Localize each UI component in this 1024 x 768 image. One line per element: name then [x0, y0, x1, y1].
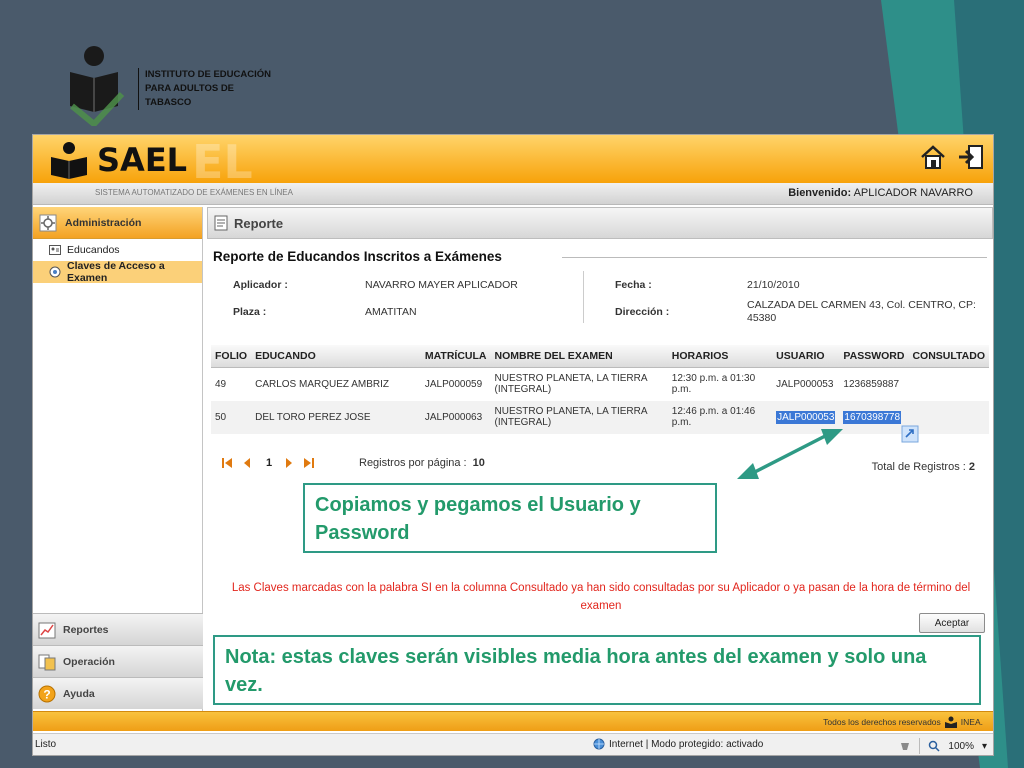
- educandos-table: FOLIO EDUCANDO MATRÍCULA NOMBRE DEL EXAM…: [211, 345, 989, 434]
- home-icon[interactable]: [919, 143, 947, 171]
- per-page-value[interactable]: 10: [473, 457, 485, 469]
- sidebar-section-reportes[interactable]: Reportes: [33, 613, 203, 645]
- column-header[interactable]: EDUCANDO: [251, 345, 421, 368]
- header-actions: [919, 143, 985, 171]
- total-records: Total de Registros : 2: [871, 461, 975, 473]
- zoom-icon[interactable]: [928, 740, 940, 752]
- institution-name: INSTITUTO DE EDUCACIÓN PARA ADULTOS DE T…: [138, 68, 288, 110]
- plaza-label: Plaza :: [233, 306, 267, 318]
- help-icon: ?: [37, 684, 57, 704]
- direccion-value: CALZADA DEL CARMEN 43, Col. CENTRO, CP: …: [747, 299, 976, 324]
- fecha-label: Fecha :: [615, 279, 652, 291]
- plaza-value: AMATITAN: [365, 306, 417, 318]
- aplicador-label: Aplicador :: [233, 279, 288, 291]
- logout-icon[interactable]: [957, 143, 985, 171]
- main-panel: Reporte Reporte de Educandos Inscritos a…: [207, 207, 993, 711]
- security-zone: Internet | Modo protegido: activado: [593, 738, 763, 750]
- chevron-down-icon[interactable]: ▾: [982, 741, 987, 752]
- consultado-cell: [908, 368, 989, 401]
- report-title: Reporte de Educandos Inscritos a Exámene…: [213, 249, 502, 264]
- aplicador-value: NAVARRO MAYER APLICADOR: [365, 279, 518, 291]
- per-page-label: Registros por página :: [359, 457, 467, 469]
- sidebar-item-educandos[interactable]: Educandos: [33, 239, 202, 261]
- matricula-cell: JALP000063: [420, 400, 491, 434]
- admin-icon: [39, 214, 57, 232]
- operation-icon: [37, 652, 57, 672]
- table-row[interactable]: 50 DEL TORO PEREZ JOSE JALP000063 NUESTR…: [211, 400, 989, 434]
- password-cell[interactable]: 1670398778: [839, 400, 909, 434]
- institution-logo-icon: [62, 44, 132, 129]
- copy-paste-callout: Copiamos y pegamos el Usuario y Password: [303, 483, 717, 553]
- selected-usuario[interactable]: JALP000053: [776, 410, 836, 424]
- copy-icon[interactable]: [901, 425, 919, 443]
- app-window: SAEL EL SISTEMA AUTOMATIZADO DE EXÁMENES…: [32, 134, 994, 756]
- footer-rights: Todos los derechos reservados INEA.: [823, 716, 983, 728]
- inea-logo-icon: [944, 716, 958, 728]
- sidebar-header-administracion[interactable]: Administración: [33, 207, 202, 239]
- horario-cell: 12:30 p.m. a 01:30 p.m.: [671, 373, 756, 396]
- pagination: 1 Registros por página : 10: [221, 457, 485, 469]
- sael-logo-icon: [51, 142, 87, 179]
- sidebar: Administración Educandos Claves de Acces…: [33, 207, 203, 711]
- status-right: 100% ▾: [899, 738, 987, 754]
- column-header[interactable]: CONSULTADO: [908, 345, 989, 368]
- app-title-watermark: EL: [192, 135, 253, 189]
- matricula-cell: JALP000059: [424, 378, 483, 390]
- institution-branding: INSTITUTO DE EDUCACIÓN PARA ADULTOS DE T…: [62, 44, 288, 129]
- svg-text:?: ?: [43, 687, 50, 701]
- info-divider: [583, 271, 584, 323]
- report-icon: [214, 215, 228, 231]
- password-cell[interactable]: 1236859887: [839, 368, 908, 401]
- educando-cell: CARLOS MARQUEZ AMBRIZ: [255, 378, 389, 390]
- usuario-cell[interactable]: JALP000053: [772, 368, 839, 401]
- app-title: SAEL: [97, 141, 188, 179]
- browser-status-bar: Listo Internet | Modo protegido: activad…: [33, 733, 993, 755]
- column-header[interactable]: USUARIO: [772, 345, 840, 368]
- page-number[interactable]: 1: [261, 457, 277, 469]
- consultado-cell: [908, 400, 989, 434]
- table-row[interactable]: 49 CARLOS MARQUEZ AMBRIZ JALP000059 NUES…: [211, 368, 989, 401]
- app-header: SAEL EL: [33, 135, 993, 189]
- direccion-label: Dirección :: [615, 306, 670, 318]
- app-footer: Todos los derechos reservados INEA.: [33, 711, 993, 731]
- app-subtitle: SISTEMA AUTOMATIZADO DE EXÁMENES EN LÍNE…: [95, 188, 293, 197]
- folio-cell: 50: [211, 400, 252, 434]
- report-title-divider: [562, 257, 987, 258]
- examen-cell: NUESTRO PLANETA, LA TIERRA (INTEGRAL): [494, 373, 647, 396]
- double-arrow-icon: [737, 429, 843, 479]
- app-brand: SAEL EL: [47, 135, 253, 189]
- column-header[interactable]: FOLIO: [211, 345, 252, 368]
- zoom-level[interactable]: 100%: [948, 741, 974, 752]
- globe-icon: [593, 738, 605, 750]
- panel-header: Reporte: [207, 207, 993, 239]
- next-page-icon[interactable]: [283, 457, 295, 469]
- table-header-row: FOLIO EDUCANDO MATRÍCULA NOMBRE DEL EXAM…: [211, 345, 989, 368]
- chart-icon: [37, 620, 57, 640]
- consultado-warning: Las Claves marcadas con la palabra SI en…: [231, 582, 971, 612]
- sidebar-item-claves-acceso[interactable]: Claves de Acceso a Examen: [33, 260, 202, 284]
- folio-cell: 49: [215, 378, 227, 390]
- prev-page-icon[interactable]: [241, 457, 253, 469]
- id-card-icon: [49, 244, 61, 256]
- column-header[interactable]: NOMBRE DEL EXAMEN: [490, 345, 668, 368]
- status-separator: [919, 738, 921, 754]
- educando-cell: DEL TORO PEREZ JOSE: [251, 400, 421, 434]
- examen-cell: NUESTRO PLANETA, LA TIERRA (INTEGRAL): [490, 400, 668, 434]
- protected-mode-icon[interactable]: [899, 740, 911, 752]
- sidebar-section-ayuda[interactable]: ? Ayuda: [33, 677, 203, 709]
- welcome-message: Bienvenido: APLICADOR NAVARRO: [788, 187, 973, 199]
- column-header[interactable]: HORARIOS: [667, 345, 773, 368]
- column-header[interactable]: PASSWORD: [839, 345, 909, 368]
- key-icon: [49, 266, 61, 278]
- last-page-icon[interactable]: [303, 457, 315, 469]
- aceptar-button[interactable]: Aceptar: [919, 613, 985, 633]
- first-page-icon[interactable]: [221, 457, 233, 469]
- status-text: Listo: [35, 739, 57, 750]
- selected-password[interactable]: 1670398778: [843, 410, 902, 424]
- sidebar-section-operacion[interactable]: Operación: [33, 645, 203, 677]
- column-header[interactable]: MATRÍCULA: [420, 345, 491, 368]
- fecha-value: 21/10/2010: [747, 279, 800, 291]
- app-subheader: SISTEMA AUTOMATIZADO DE EXÁMENES EN LÍNE…: [33, 183, 993, 205]
- visibility-note-callout: Nota: estas claves serán visibles media …: [213, 635, 981, 705]
